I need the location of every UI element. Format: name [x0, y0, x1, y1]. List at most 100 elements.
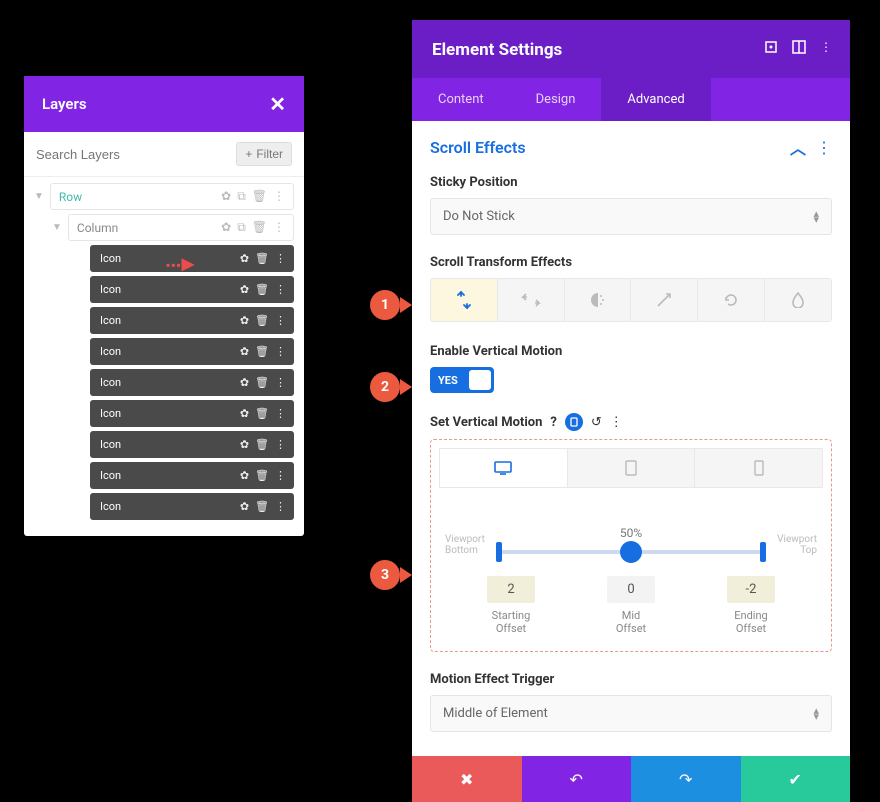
trash-icon[interactable]: 🗑	[255, 252, 269, 265]
trash-icon[interactable]: 🗑	[255, 469, 269, 482]
tree-row-row[interactable]: ▼ Row ✿ ⧉ 🗑 ⋮	[34, 183, 294, 210]
more-icon[interactable]: ⋮	[816, 138, 832, 157]
save-button[interactable]: ✔	[741, 756, 851, 802]
effect-blur-button[interactable]	[765, 278, 832, 322]
desktop-tab[interactable]	[439, 448, 568, 488]
effect-fade-button[interactable]	[565, 278, 632, 322]
cancel-button[interactable]: ✖	[412, 756, 522, 802]
filter-button[interactable]: + Filter	[236, 142, 292, 166]
gear-icon[interactable]: ✿	[240, 283, 249, 296]
gear-icon[interactable]: ✿	[221, 189, 231, 204]
trash-icon[interactable]: 🗑	[255, 345, 269, 358]
tablet-tab[interactable]	[568, 448, 696, 488]
mid-offset: 0 MidOffset	[571, 576, 691, 635]
more-icon[interactable]: ⋮	[610, 415, 623, 430]
icon-item[interactable]: Icon✿🗑⋮	[90, 307, 294, 334]
search-input[interactable]	[36, 142, 228, 166]
gear-icon[interactable]: ✿	[240, 407, 249, 420]
gear-icon[interactable]: ✿	[221, 220, 231, 235]
icon-item[interactable]: Icon✿🗑⋮	[90, 276, 294, 303]
trash-icon[interactable]: 🗑	[252, 189, 267, 204]
tab-advanced[interactable]: Advanced	[601, 78, 710, 121]
more-icon[interactable]: ⋮	[275, 345, 286, 358]
slider-start-mark[interactable]	[496, 542, 502, 562]
gear-icon[interactable]: ✿	[240, 345, 249, 358]
mid-offset-value[interactable]: 0	[607, 576, 655, 603]
offset-row: 2 StartingOffset 0 MidOffset -2 EndingOf…	[445, 576, 817, 643]
tab-design[interactable]: Design	[510, 78, 602, 121]
trash-icon[interactable]: 🗑	[255, 500, 269, 513]
layers-panel: Layers ✕ + Filter ▼ Row ✿ ⧉ 🗑 ⋮ ▼	[24, 76, 304, 536]
gear-icon[interactable]: ✿	[240, 376, 249, 389]
trash-icon[interactable]: 🗑	[255, 376, 269, 389]
transform-effect-buttons	[430, 278, 832, 322]
gear-icon[interactable]: ✿	[240, 469, 249, 482]
enable-vm-toggle[interactable]: YES	[430, 367, 494, 393]
duplicate-icon[interactable]: ⧉	[237, 189, 246, 204]
more-icon[interactable]: ⋮	[275, 252, 286, 265]
more-icon[interactable]: ⋮	[275, 438, 286, 451]
icon-item[interactable]: Icon✿🗑⋮	[90, 369, 294, 396]
layers-header: Layers ✕	[24, 76, 304, 132]
trigger-select[interactable]: Middle of Element ▴▾	[430, 695, 832, 732]
toggle-label: YES	[438, 374, 458, 387]
help-icon[interactable]: ?	[550, 415, 556, 430]
more-icon[interactable]: ⋮	[275, 314, 286, 327]
viewport-bottom-label: ViewportBottom	[445, 534, 485, 556]
sticky-value: Do Not Stick	[443, 209, 515, 224]
sticky-select[interactable]: Do Not Stick ▴▾	[430, 198, 832, 235]
duplicate-icon[interactable]: ⧉	[237, 220, 246, 235]
gear-icon[interactable]: ✿	[240, 314, 249, 327]
annotation-3: 3	[370, 560, 400, 590]
phone-tab[interactable]	[695, 448, 823, 488]
chevron-up-icon[interactable]: ︿	[790, 135, 806, 159]
trash-icon[interactable]: 🗑	[252, 220, 267, 235]
annotation-2: 2	[370, 372, 400, 402]
icon-item[interactable]: Icon✿🗑⋮	[90, 338, 294, 365]
redo-button[interactable]: ↷	[631, 756, 741, 802]
slider-mid-handle[interactable]	[620, 541, 642, 563]
more-icon[interactable]: ⋮	[275, 376, 286, 389]
reset-icon[interactable]: ↺	[591, 415, 602, 430]
trash-icon[interactable]: 🗑	[255, 407, 269, 420]
effect-horizontal-button[interactable]	[498, 278, 565, 322]
icon-item[interactable]: Icon✿🗑⋮	[90, 462, 294, 489]
gear-icon[interactable]: ✿	[240, 252, 249, 265]
trash-icon[interactable]: 🗑	[255, 438, 269, 451]
effect-vertical-button[interactable]	[430, 278, 498, 322]
effect-rotate-button[interactable]	[698, 278, 765, 322]
icon-item[interactable]: Icon✿🗑⋮	[90, 431, 294, 458]
motion-slider[interactable]: 50% ViewportBottom ViewportTop 2 Startin…	[439, 506, 823, 643]
expand-icon[interactable]	[764, 40, 778, 54]
chevron-down-icon[interactable]: ▼	[34, 191, 44, 202]
layers-tree: ▼ Row ✿ ⧉ 🗑 ⋮ ▼ Column ✿ ⧉ 🗑 ⋮	[24, 177, 304, 536]
more-icon[interactable]: ⋮	[275, 469, 286, 482]
tree-row-column[interactable]: ▼ Column ✿ ⧉ 🗑 ⋮	[34, 214, 294, 241]
more-icon[interactable]: ⋮	[820, 40, 832, 54]
slider-end-mark[interactable]	[760, 542, 766, 562]
chevron-down-icon[interactable]: ▼	[52, 222, 62, 233]
gear-icon[interactable]: ✿	[240, 438, 249, 451]
icon-item[interactable]: Icon✿🗑⋮	[90, 400, 294, 427]
snap-icon[interactable]	[792, 40, 806, 54]
more-icon[interactable]: ⋮	[273, 220, 285, 235]
more-icon[interactable]: ⋮	[273, 189, 285, 204]
plus-icon: +	[245, 147, 252, 161]
section-header[interactable]: Scroll Effects ︿ ⋮	[430, 135, 832, 159]
more-icon[interactable]: ⋮	[275, 407, 286, 420]
gear-icon[interactable]: ✿	[240, 500, 249, 513]
more-icon[interactable]: ⋮	[275, 500, 286, 513]
tab-content[interactable]: Content	[412, 78, 510, 121]
annotation-2-arrow	[400, 379, 412, 395]
trash-icon[interactable]: 🗑	[255, 314, 269, 327]
responsive-icon[interactable]	[565, 413, 583, 431]
more-icon[interactable]: ⋮	[275, 283, 286, 296]
trash-icon[interactable]: 🗑	[255, 283, 269, 296]
starting-offset-value[interactable]: 2	[487, 576, 535, 603]
icon-item[interactable]: Icon✿🗑⋮	[90, 493, 294, 520]
undo-button[interactable]: ↶	[522, 756, 632, 802]
ending-offset-value[interactable]: -2	[727, 576, 775, 603]
ending-offset-label: EndingOffset	[691, 609, 811, 635]
close-icon[interactable]: ✕	[269, 92, 286, 116]
effect-scale-button[interactable]	[631, 278, 698, 322]
